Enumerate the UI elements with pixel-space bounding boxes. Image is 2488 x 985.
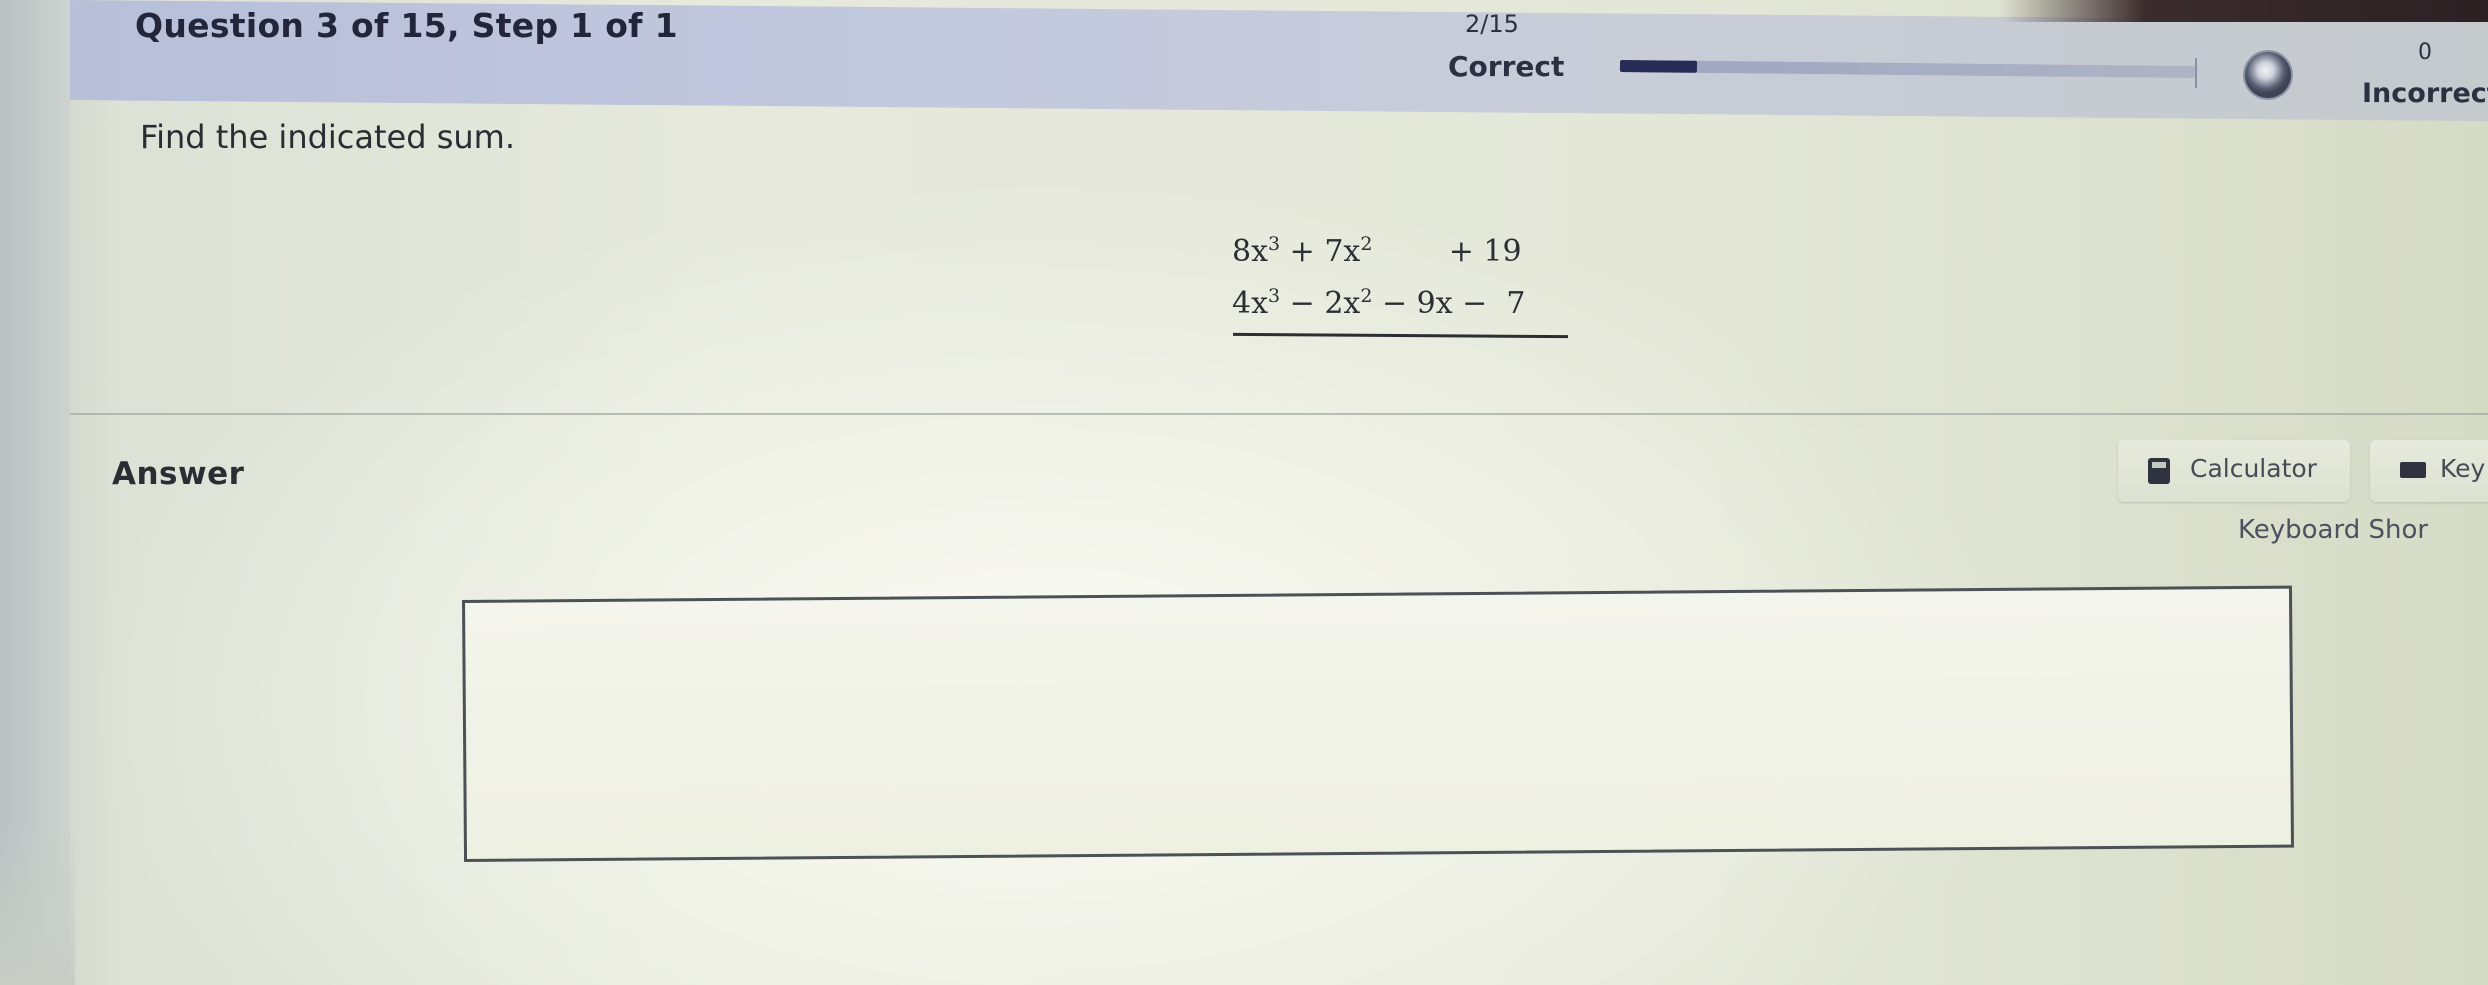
addend-1-term-a: 8x — [1232, 234, 1269, 269]
incorrect-label: Incorrect — [2362, 78, 2488, 109]
score-count: 2/15 — [1465, 10, 1519, 38]
correct-label: Correct — [1448, 50, 1565, 83]
addend-1-exp-b: 2 — [1360, 233, 1373, 255]
addend-1: 8x3 + 7x2 + 19 — [1232, 226, 1525, 278]
addend-1-term-b: + 7x — [1280, 234, 1361, 269]
answer-input[interactable] — [462, 585, 2295, 862]
keypad-label: Key — [2440, 454, 2486, 483]
status-indicator-icon — [2245, 52, 2291, 98]
keypad-button[interactable]: Key — [2370, 440, 2488, 502]
calculator-button[interactable]: Calculator — [2118, 440, 2350, 502]
addend-2-rest: − 9x − 7 — [1372, 286, 1526, 321]
addend-1-rest: + 19 — [1372, 234, 1522, 269]
calculator-icon — [2148, 458, 2170, 484]
addend-2-exp-a: 3 — [1268, 285, 1281, 307]
answer-heading: Answer — [112, 456, 245, 492]
addend-1-exp-a: 3 — [1268, 233, 1281, 255]
screen-bezel-shadow — [0, 820, 75, 985]
section-divider — [70, 413, 2488, 415]
question-title: Question 3 of 15, Step 1 of 1 — [135, 6, 678, 45]
question-instruction: Find the indicated sum. — [140, 118, 516, 156]
keypad-icon — [2400, 462, 2426, 478]
polynomial-sum: 8x3 + 7x2 + 19 4x3 − 2x2 − 9x − 7 — [1232, 226, 1525, 330]
progress-bar-fill — [1619, 60, 1697, 73]
screen-edge — [2000, 0, 2488, 22]
progress-end-marker — [2195, 58, 2197, 88]
addend-2: 4x3 − 2x2 − 9x − 7 — [1232, 278, 1525, 330]
incorrect-count: 0 — [2418, 40, 2432, 65]
addend-2-term-b: − 2x — [1280, 286, 1361, 321]
addend-2-term-a: 4x — [1232, 286, 1269, 321]
calculator-label: Calculator — [2190, 454, 2317, 483]
addend-2-exp-b: 2 — [1360, 285, 1373, 307]
keyboard-shortcuts-link[interactable]: Keyboard Shor — [2238, 515, 2428, 545]
